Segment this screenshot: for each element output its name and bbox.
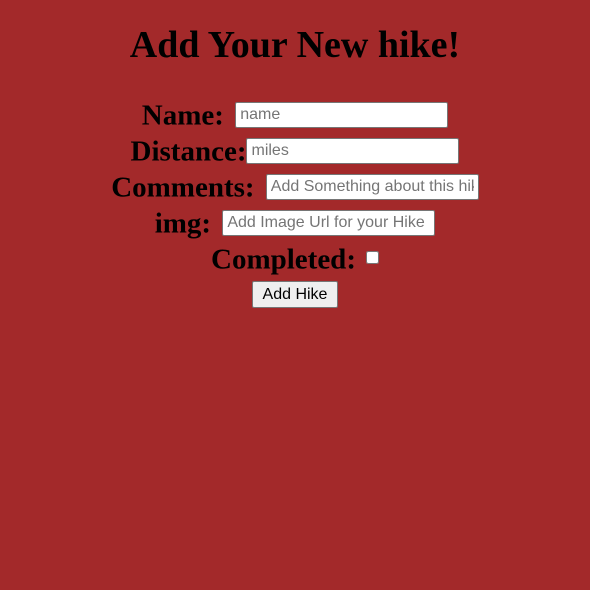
completed-row: Completed:: [0, 239, 590, 275]
completed-checkbox[interactable]: [365, 250, 379, 264]
distance-input[interactable]: [246, 138, 460, 165]
img-row: img:: [0, 203, 590, 239]
distance-row: Distance:: [0, 131, 590, 167]
name-input[interactable]: [235, 102, 449, 129]
add-hike-form: Name: Distance: Comments: img: Completed…: [0, 95, 590, 308]
page-title: Add Your New hike!: [129, 24, 461, 66]
comments-row: Comments:: [0, 167, 590, 203]
img-url-input[interactable]: [222, 210, 436, 237]
add-hike-page: Add Your New hike! Name: Distance: Comme…: [0, 0, 590, 590]
name-label: Name:: [141, 99, 224, 132]
name-row: Name:: [0, 95, 590, 131]
distance-label: Distance:: [130, 135, 247, 168]
comments-input[interactable]: [265, 174, 479, 201]
comments-label: Comments:: [111, 171, 255, 204]
completed-label: Completed:: [211, 243, 356, 276]
img-label: img:: [154, 207, 212, 240]
submit-row: Add Hike: [0, 281, 590, 308]
add-hike-button[interactable]: Add Hike: [251, 281, 339, 308]
